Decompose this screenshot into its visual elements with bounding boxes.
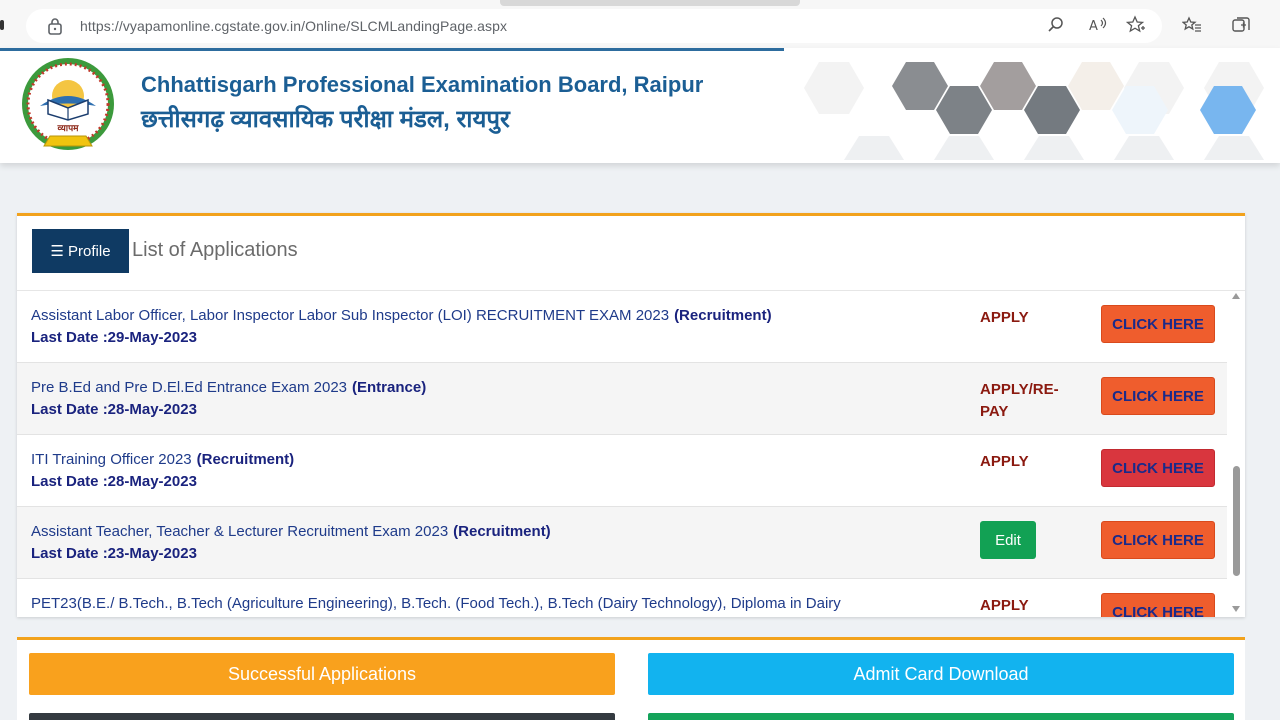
action-status: APPLY/RE-PAY [980,381,1059,420]
quick-links-panel: Successful Applications Admit Card Downl… [17,637,1245,720]
click-here-button[interactable]: CLICK HERE [1101,305,1215,343]
board-title-hindi: छत्तीसगढ़ व्यावसायिक परीक्षा मंडल, रायपु… [141,106,510,133]
click-here-button[interactable]: CLICK HERE [1101,593,1215,617]
application-name: Assistant Teacher, Teacher & Lecturer Re… [31,523,551,540]
search-icon[interactable] [1046,15,1066,35]
application-name: Assistant Labor Officer, Labor Inspector… [31,307,772,324]
list-item: PET23(B.E./ B.Tech., B.Tech (Agriculture… [17,579,1227,617]
favorite-add-icon[interactable] [1126,15,1146,35]
click-here-button[interactable]: CLICK HERE [1101,377,1215,415]
last-date: Last Date :28-May-2023 [31,401,197,418]
admit-card-download-button[interactable]: Admit Card Download [648,653,1234,695]
list-item: Pre B.Ed and Pre D.El.Ed Entrance Exam 2… [17,363,1227,435]
header-rule [0,48,784,51]
read-aloud-icon[interactable]: A [1088,15,1108,35]
list-scrollbar[interactable] [1228,291,1245,617]
last-date: Last Date :29-May-2023 [31,329,197,346]
application-title: Assistant Labor Officer, Labor Inspector… [31,307,670,324]
list-item: Assistant Labor Officer, Labor Inspector… [17,291,1227,363]
application-title: ITI Training Officer 2023 [31,451,192,468]
application-title: Pre B.Ed and Pre D.El.Ed Entrance Exam 2… [31,379,348,396]
action-status: APPLY [980,309,1029,326]
click-here-button[interactable]: CLICK HERE [1101,521,1215,559]
action-status: APPLY [980,453,1029,470]
application-type: (Recruitment) [196,451,295,468]
applications-list[interactable]: Assistant Labor Officer, Labor Inspector… [17,290,1245,617]
site-header: व्यापम Chhattisgarh Professional Examina… [0,48,1280,163]
tab-edge [0,20,4,30]
url-text[interactable]: https://vyapamonline.cgstate.gov.in/Onli… [80,18,507,34]
scroll-thumb[interactable] [1233,466,1240,576]
favorites-icon[interactable] [1182,15,1202,35]
logo-text: व्यापम [56,124,79,134]
dark-action-button[interactable] [29,713,615,720]
click-here-button[interactable]: CLICK HERE [1101,449,1215,487]
list-item: Assistant Teacher, Teacher & Lecturer Re… [17,507,1227,579]
edit-button[interactable]: Edit [980,521,1036,559]
application-name: ITI Training Officer 2023 (Recruitment) [31,451,294,468]
application-title: PET23(B.E./ B.Tech., B.Tech (Agriculture… [31,595,841,612]
hexagon-banner [784,48,1280,163]
green-action-button[interactable] [648,713,1234,720]
application-type: (Entrance) [352,379,427,396]
list-item: ITI Training Officer 2023 (Recruitment) L… [17,435,1227,507]
scroll-down-arrow-icon[interactable] [1232,606,1240,612]
board-title-english: Chhattisgarh Professional Examination Bo… [141,72,704,97]
last-date: Last Date :23-May-2023 [31,545,197,562]
browser-tab[interactable] [500,0,800,6]
lock-icon [48,18,62,35]
applications-panel: ☰ Profile List of Applications Assistant… [17,213,1245,617]
vyapam-logo: व्यापम [22,58,114,150]
profile-button[interactable]: ☰ Profile [32,229,129,273]
browser-toolbar: https://vyapamonline.cgstate.gov.in/Onli… [0,0,1280,50]
last-date: Last Date :28-May-2023 [31,473,197,490]
application-name: Pre B.Ed and Pre D.El.Ed Entrance Exam 2… [31,379,426,396]
scroll-up-arrow-icon[interactable] [1232,293,1240,299]
collections-icon[interactable] [1231,15,1251,35]
successful-applications-button[interactable]: Successful Applications [29,653,615,695]
application-title: Assistant Teacher, Teacher & Lecturer Re… [31,523,449,540]
panel-title: List of Applications [132,239,298,261]
application-name: PET23(B.E./ B.Tech., B.Tech (Agriculture… [31,595,841,612]
application-type: (Recruitment) [453,523,551,540]
action-status: APPLY [980,597,1029,614]
svg-text:A: A [1089,19,1098,34]
application-type: (Recruitment) [674,307,772,324]
